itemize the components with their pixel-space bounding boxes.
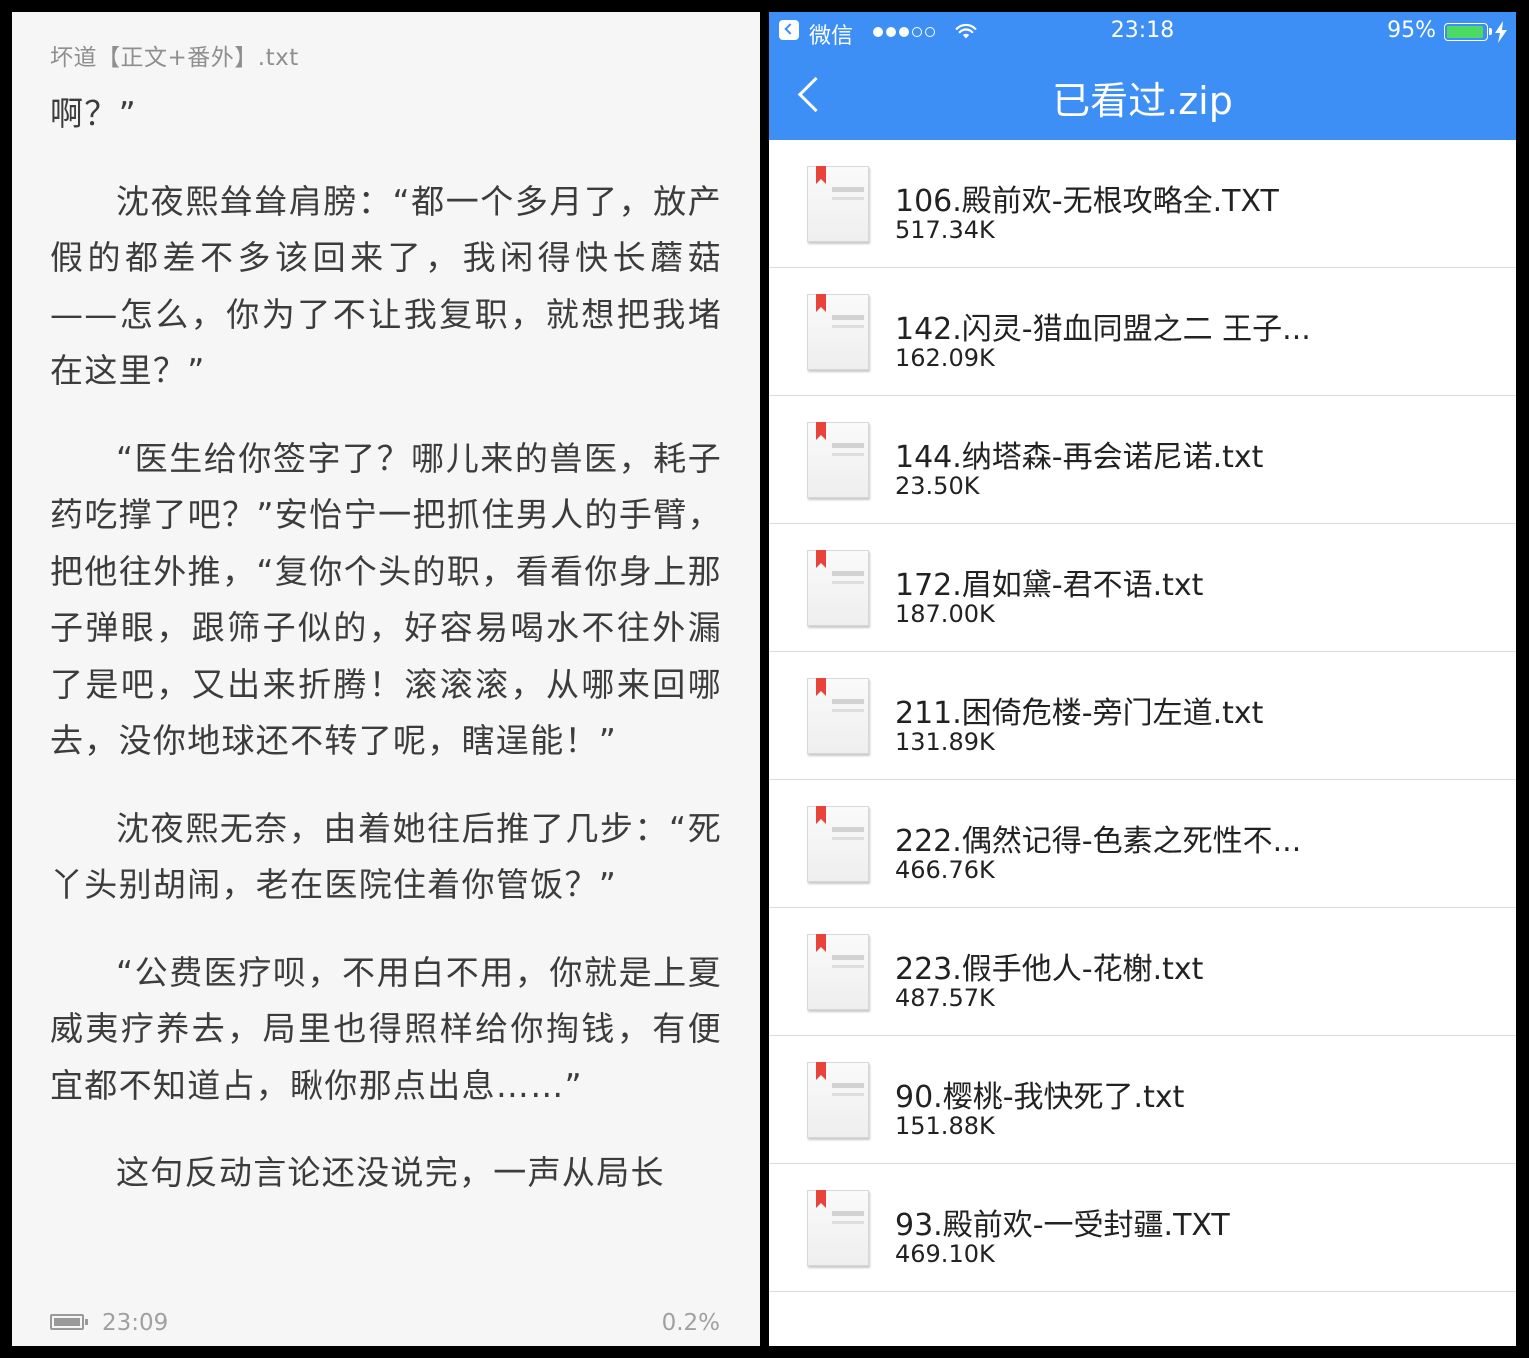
text-file-icon (807, 678, 869, 754)
paragraph: 沈夜熙无奈，由着她往后推了几步：“死丫头别胡闹，老在医院住着你管饭？” (50, 808, 722, 905)
paragraph: 这句反动言论还没说完，一声从局长 (116, 1153, 665, 1192)
file-row[interactable]: 211.困倚危楼-旁门左道.txt 131.89K (769, 652, 1516, 780)
text-file-icon (807, 294, 869, 370)
file-size: 517.34K (895, 216, 995, 244)
file-name: 93.殿前欢-一受封疆.TXT (895, 1208, 1230, 1243)
text-file-icon (807, 422, 869, 498)
file-row[interactable]: 90.樱桃-我快死了.txt 151.88K (769, 1036, 1516, 1164)
file-size: 23.50K (895, 472, 980, 500)
book-text: 啊？” 沈夜熙耸耸肩膀：“都一个多月了，放产假的都差不多该回来了，我闲得快长蘑菇… (50, 86, 722, 1233)
page-title: 已看过.zip (1052, 79, 1233, 123)
battery-percent: 95% (1387, 18, 1436, 43)
file-size: 151.88K (895, 1112, 995, 1140)
file-row[interactable]: 223.假手他人-花榭.txt 487.57K (769, 908, 1516, 1036)
reader-footer: 23:09 0.2% (50, 1310, 720, 1340)
file-row[interactable]: 142.闪灵-猎血同盟之二 王子... 162.09K (769, 268, 1516, 396)
file-name: 223.假手他人-花榭.txt (895, 952, 1204, 987)
paragraph: 沈夜熙耸耸肩膀：“都一个多月了，放产假的都差不多该回来了，我闲得快长蘑菇——怎么… (50, 181, 722, 391)
battery-icon (50, 1314, 88, 1330)
status-bar: 微信 23:18 95% (769, 12, 1516, 52)
text-file-icon (807, 806, 869, 882)
file-list: 106.殿前欢-无根攻略全.TXT 517.34K 142.闪灵-猎血同盟之二 … (769, 140, 1516, 1292)
battery-icon (1444, 23, 1492, 41)
file-size: 466.76K (895, 856, 995, 884)
file-size: 162.09K (895, 344, 995, 372)
text-file-icon (807, 1062, 869, 1138)
book-title: 坏道【正文+番外】.txt (50, 45, 299, 71)
file-size: 187.00K (895, 600, 995, 628)
file-row[interactable]: 93.殿前欢-一受封疆.TXT 469.10K (769, 1164, 1516, 1292)
top-bar: 微信 23:18 95% 已看过.zip (769, 12, 1516, 140)
reader-time: 23:09 (102, 1310, 169, 1336)
text-file-icon (807, 166, 869, 242)
file-row[interactable]: 144.纳塔森-再会诺尼诺.txt 23.50K (769, 396, 1516, 524)
file-row[interactable]: 222.偶然记得-色素之死性不... 466.76K (769, 780, 1516, 908)
charging-icon (1495, 21, 1507, 43)
file-name: 90.樱桃-我快死了.txt (895, 1080, 1185, 1115)
file-size: 469.10K (895, 1240, 995, 1268)
file-row[interactable]: 172.眉如黛-君不语.txt 187.00K (769, 524, 1516, 652)
file-row[interactable]: 106.殿前欢-无根攻略全.TXT 517.34K (769, 140, 1516, 268)
text-file-icon (807, 550, 869, 626)
paragraph: “医生给你签字了？哪儿来的兽医，耗子药吃撑了吧？”安怡宁一把抓住男人的手臂，把他… (50, 438, 722, 761)
file-size: 487.57K (895, 984, 995, 1012)
file-name: 142.闪灵-猎血同盟之二 王子... (895, 312, 1311, 347)
file-name: 106.殿前欢-无根攻略全.TXT (895, 184, 1279, 219)
file-name: 172.眉如黛-君不语.txt (895, 568, 1204, 603)
paragraph: 啊？” (50, 94, 137, 133)
reading-progress: 0.2% (661, 1310, 720, 1336)
reader-page[interactable]: 坏道【正文+番外】.txt 啊？” 沈夜熙耸耸肩膀：“都一个多月了，放产假的都差… (12, 12, 760, 1346)
paragraph: “公费医疗呗，不用白不用，你就是上夏威夷疗养去，局里也得照样给你掏钱，有便宜都不… (50, 952, 722, 1105)
text-file-icon (807, 934, 869, 1010)
text-file-icon (807, 1190, 869, 1266)
file-name: 144.纳塔森-再会诺尼诺.txt (895, 440, 1264, 475)
zip-browser: 微信 23:18 95% 已看过.zip 106.殿前欢-无根攻略全.TXT 5… (769, 12, 1516, 1346)
file-name: 211.困倚危楼-旁门左道.txt (895, 696, 1264, 731)
file-size: 131.89K (895, 728, 995, 756)
file-name: 222.偶然记得-色素之死性不... (895, 824, 1302, 859)
